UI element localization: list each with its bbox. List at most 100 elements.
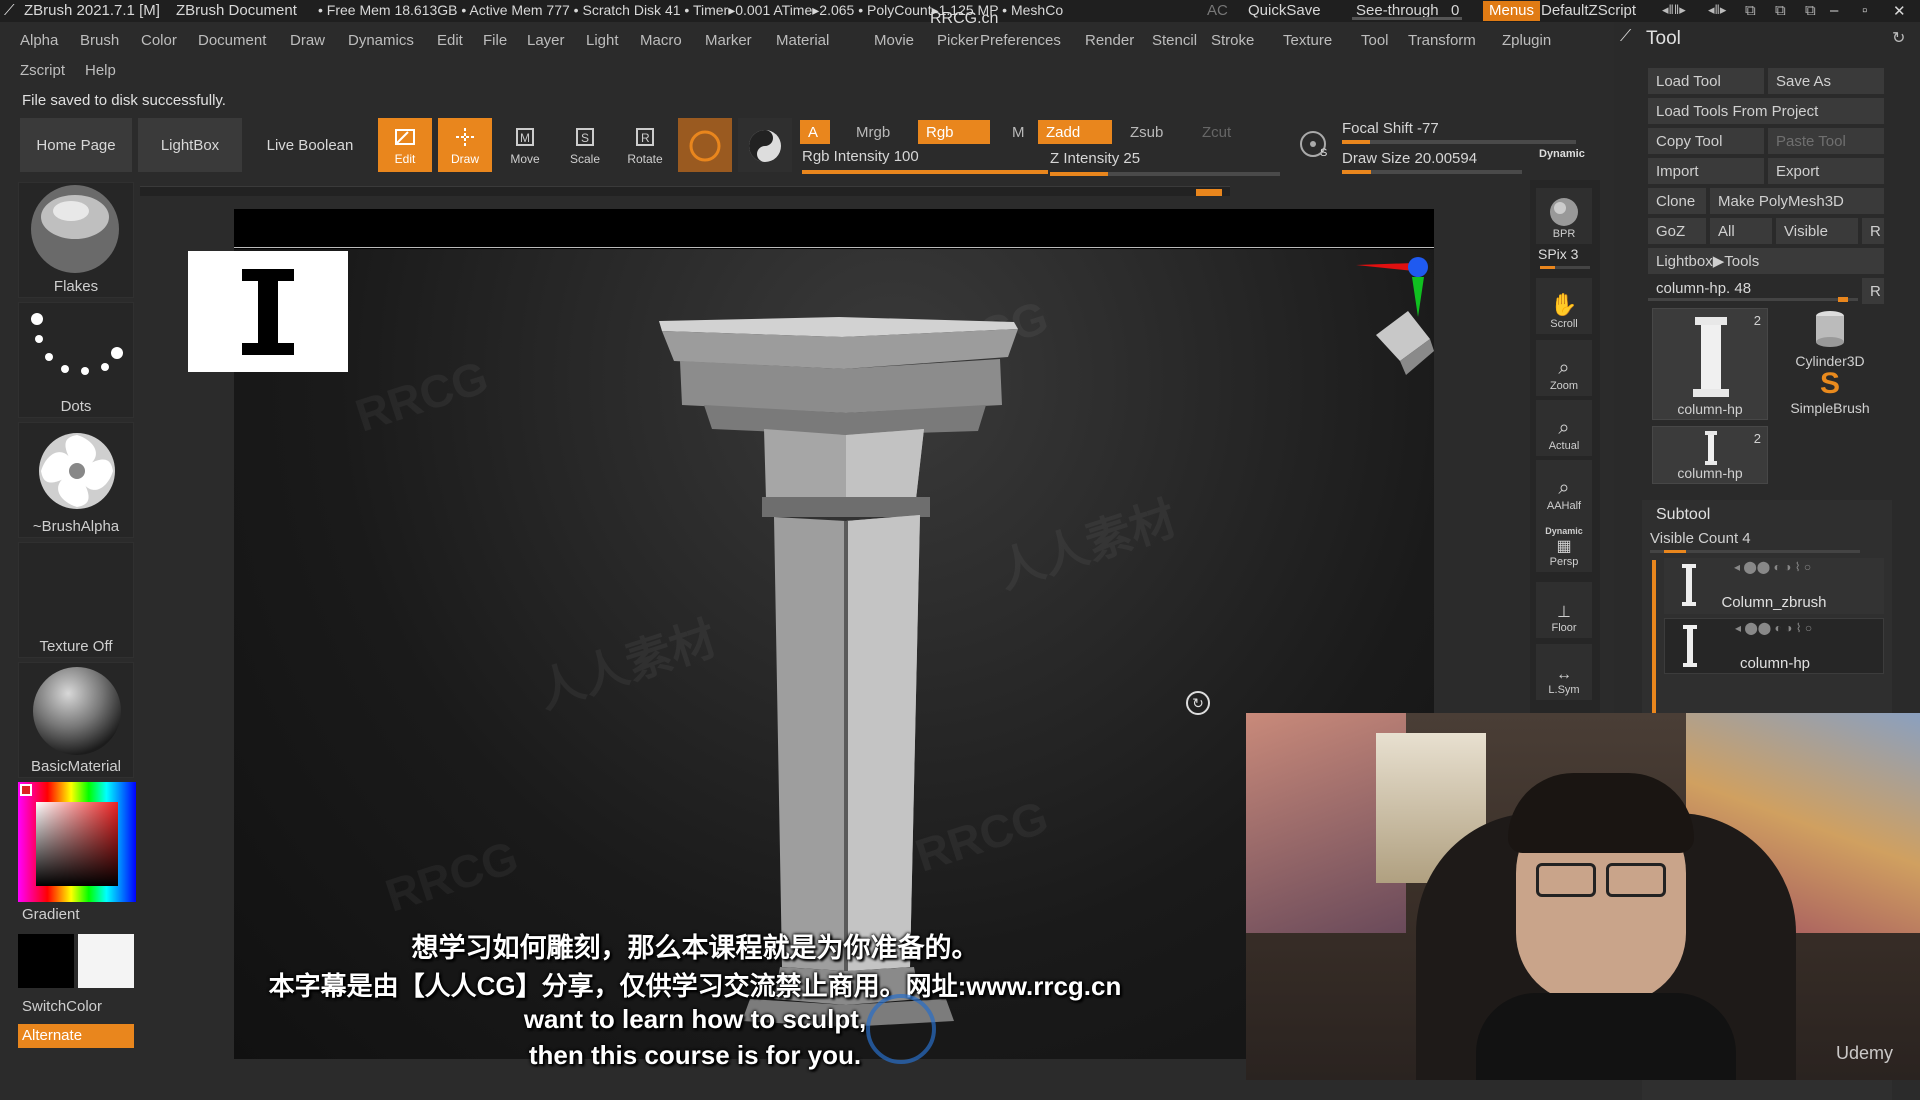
scroll-button[interactable]: ✋ Scroll xyxy=(1536,278,1592,334)
a-toggle[interactable]: A xyxy=(800,120,830,144)
menu-color[interactable]: Color xyxy=(141,32,177,49)
seethrough-slider[interactable] xyxy=(1352,17,1462,20)
menu-light[interactable]: Light xyxy=(586,32,619,49)
mrgb-toggle[interactable]: Mrgb xyxy=(848,120,912,144)
tool-r-button[interactable]: R xyxy=(1862,278,1884,304)
focal-shift-slider[interactable] xyxy=(1342,140,1576,144)
zadd-toggle[interactable]: Zadd xyxy=(1038,120,1112,144)
subtool-header[interactable]: Subtool xyxy=(1656,506,1710,524)
color-picker-square[interactable] xyxy=(36,802,118,886)
close-icon[interactable]: ✕ xyxy=(1893,2,1906,20)
menu-preferences[interactable]: Preferences xyxy=(980,32,1061,49)
color-picker[interactable] xyxy=(18,782,136,902)
menu-stroke[interactable]: Stroke xyxy=(1211,32,1254,49)
default-zscript[interactable]: DefaultZScript xyxy=(1541,2,1636,19)
visible-count-slider[interactable]: Visible Count 4 xyxy=(1650,530,1751,547)
menu-draw[interactable]: Draw xyxy=(290,32,325,49)
load-tool-button[interactable]: Load Tool xyxy=(1648,68,1764,94)
lsym-button[interactable]: ↔ L.Sym xyxy=(1536,644,1592,700)
edit-mode-button[interactable]: Edit xyxy=(378,118,432,172)
tool-thumb-cylinder[interactable]: Cylinder3D xyxy=(1772,308,1888,369)
menu-render[interactable]: Render xyxy=(1085,32,1134,49)
bpr-button[interactable]: BPR xyxy=(1536,188,1592,244)
tool-thumb-column-hp-1[interactable]: 2 column-hp xyxy=(1652,308,1768,420)
menu-picker[interactable]: Picker xyxy=(937,32,979,49)
menu-stencil[interactable]: Stencil xyxy=(1152,32,1197,49)
maximize-icon[interactable]: ▫ xyxy=(1862,2,1867,19)
spix-control[interactable]: SPix 3 xyxy=(1538,246,1578,262)
rgb-intensity-label[interactable]: Rgb Intensity 100 xyxy=(802,148,919,165)
menu-brush[interactable]: Brush xyxy=(80,32,119,49)
lightbox-strip[interactable] xyxy=(140,186,1230,196)
zbrush-logo-icon[interactable]: ⟋ xyxy=(4,2,15,19)
rgb-intensity-slider[interactable] xyxy=(802,170,1048,174)
paste-tool-button[interactable]: Paste Tool xyxy=(1768,128,1884,154)
menu-file[interactable]: File xyxy=(483,32,507,49)
stroke-selector[interactable]: Flakes xyxy=(18,182,134,298)
menu-texture[interactable]: Texture xyxy=(1283,32,1332,49)
current-tool-track[interactable] xyxy=(1648,297,1858,302)
subtool-item[interactable]: ◂ ⬤⬤ ◐ ◑ ⌇ ○ column-hp xyxy=(1664,618,1884,674)
layout-arrows-icon[interactable]: ◂‖‖▸ xyxy=(1662,2,1686,18)
symmetry-target-icon[interactable]: S xyxy=(1292,122,1338,168)
lightbox-tools-button[interactable]: Lightbox▶Tools xyxy=(1648,248,1884,274)
dynamic-toggle[interactable]: Dynamic xyxy=(1539,148,1585,160)
menu-document[interactable]: Document xyxy=(198,32,266,49)
import-button[interactable]: Import xyxy=(1648,158,1764,184)
menu-zscript[interactable]: Zscript xyxy=(20,62,65,79)
material-selector[interactable] xyxy=(738,118,792,172)
current-color-swatch[interactable] xyxy=(20,784,32,796)
make-polymesh-button[interactable]: Make PolyMesh3D xyxy=(1710,188,1884,214)
layout-b-icon[interactable]: ⧉ xyxy=(1775,2,1786,19)
rgb-toggle[interactable]: Rgb xyxy=(918,120,990,144)
layout-toggle-icon[interactable]: ◂‖▸ xyxy=(1708,2,1726,18)
lightbox-button[interactable]: LightBox xyxy=(138,118,242,172)
goz-all-button[interactable]: All xyxy=(1710,218,1772,244)
menu-marker[interactable]: Marker xyxy=(705,32,752,49)
goz-r-button[interactable]: R xyxy=(1862,218,1884,244)
navigation-gizmo[interactable] xyxy=(1352,251,1472,381)
clone-button[interactable]: Clone xyxy=(1648,188,1706,214)
layout-c-icon[interactable]: ⧉ xyxy=(1805,2,1816,19)
goz-button[interactable]: GoZ xyxy=(1648,218,1706,244)
actual-button[interactable]: ⌕ Actual xyxy=(1536,400,1592,456)
menu-transform[interactable]: Transform xyxy=(1408,32,1476,49)
subtool-visibility-icons[interactable]: ◂ ⬤⬤ ◐ ◑ ⌇ ○ xyxy=(1735,621,1812,635)
scale-mode-button[interactable]: S Scale xyxy=(558,118,612,172)
menu-zplugin[interactable]: Zplugin xyxy=(1502,32,1551,49)
save-as-button[interactable]: Save As xyxy=(1768,68,1884,94)
zsub-toggle[interactable]: Zsub xyxy=(1122,120,1184,144)
tool-thumb-column-hp-2[interactable]: 2 column-hp xyxy=(1652,426,1768,484)
menu-edit[interactable]: Edit xyxy=(437,32,463,49)
texture-selector[interactable]: Texture Off xyxy=(18,542,134,658)
menus-button[interactable]: Menus xyxy=(1483,1,1541,21)
strip-marker[interactable] xyxy=(1196,189,1222,196)
copy-tool-button[interactable]: Copy Tool xyxy=(1648,128,1764,154)
z-intensity-label[interactable]: Z Intensity 25 xyxy=(1050,150,1140,167)
brush-selector[interactable] xyxy=(678,118,732,172)
focal-shift-label[interactable]: Focal Shift -77 xyxy=(1342,120,1439,137)
palette-reset-icon[interactable]: ↻ xyxy=(1892,28,1905,48)
material-selector-left[interactable]: BasicMaterial xyxy=(18,662,134,778)
spix-slider[interactable] xyxy=(1540,266,1590,269)
subtool-item[interactable]: ◂ ⬤⬤ ◐ ◑ ⌇ ○ Column_zbrush xyxy=(1664,558,1884,614)
menu-material[interactable]: Material xyxy=(776,32,829,49)
persp-button[interactable]: Dynamic ▦ Persp xyxy=(1536,516,1592,572)
aahalf-button[interactable]: ⌕ AAHalf xyxy=(1536,460,1592,516)
menu-tool[interactable]: Tool xyxy=(1361,32,1389,49)
goz-visible-button[interactable]: Visible xyxy=(1776,218,1858,244)
rotate-mode-button[interactable]: R Rotate xyxy=(618,118,672,172)
z-intensity-slider[interactable] xyxy=(1050,172,1280,176)
gradient-label[interactable]: Gradient xyxy=(22,906,80,923)
layout-a-icon[interactable]: ⧉ xyxy=(1745,2,1756,19)
live-boolean-button[interactable]: Live Boolean xyxy=(248,118,372,172)
menu-help[interactable]: Help xyxy=(85,62,116,79)
draw-size-label[interactable]: Draw Size 20.00594 xyxy=(1342,150,1477,167)
export-button[interactable]: Export xyxy=(1768,158,1884,184)
dots-stroke-selector[interactable]: Dots xyxy=(18,302,134,418)
floor-button[interactable]: ⊥ Floor xyxy=(1536,582,1592,638)
quicksave-button[interactable]: QuickSave xyxy=(1248,2,1321,19)
minimize-icon[interactable]: – xyxy=(1830,2,1838,19)
menu-dynamics[interactable]: Dynamics xyxy=(348,32,414,49)
zoom-button[interactable]: ⌕ Zoom xyxy=(1536,340,1592,396)
